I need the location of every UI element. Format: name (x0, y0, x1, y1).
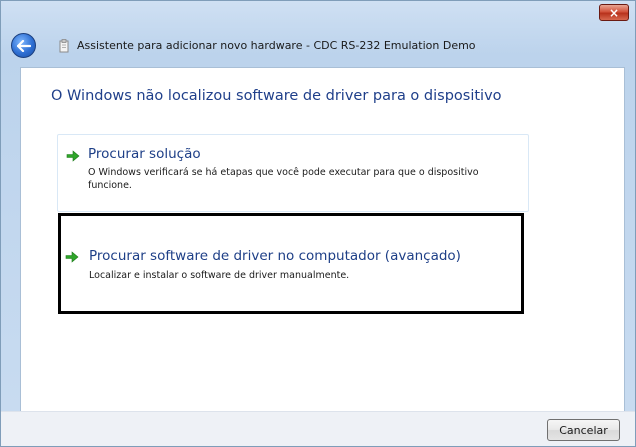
highlight-rectangle (58, 213, 524, 314)
option-title: Procurar solução (88, 146, 201, 162)
close-button[interactable]: × (599, 4, 629, 21)
back-arrow-icon (16, 39, 31, 52)
cancel-button[interactable]: Cancelar (547, 419, 620, 441)
window-title: Assistente para adicionar novo hardware … (77, 39, 476, 52)
back-button[interactable] (11, 33, 36, 58)
hardware-icon (59, 39, 69, 53)
close-icon: × (608, 5, 620, 20)
title-bar: × Assistente para adicionar novo hardwar… (1, 1, 635, 67)
green-arrow-icon (66, 150, 80, 162)
option-description: O Windows verificará se há etapas que vo… (88, 167, 479, 191)
footer-bar: Cancelar (1, 411, 635, 446)
content-panel: O Windows não localizou software de driv… (20, 67, 625, 411)
option-find-solution[interactable]: Procurar solução O Windows verificará se… (57, 134, 529, 212)
page-heading: O Windows não localizou software de driv… (51, 88, 502, 104)
wizard-window: × Assistente para adicionar novo hardwar… (0, 0, 636, 447)
